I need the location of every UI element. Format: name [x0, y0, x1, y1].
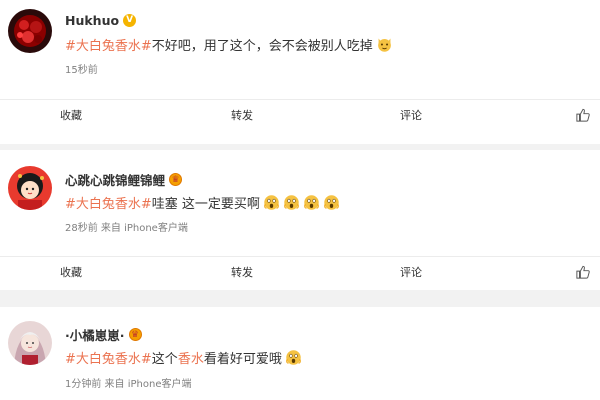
- avatar[interactable]: [8, 9, 52, 53]
- action-bar: 收藏 转发 评论: [0, 256, 600, 286]
- scream-emoji-icon: [286, 350, 301, 365]
- username-text[interactable]: 心跳心跳锦鲤锦鲤: [65, 170, 165, 189]
- hashtag-link[interactable]: #大白兔香水#: [65, 348, 152, 367]
- scream-emoji-icon: [324, 195, 339, 210]
- scream-emoji-icon: [304, 195, 319, 210]
- hashtag-link[interactable]: #大白兔香水#: [65, 35, 152, 54]
- scream-emoji-icon: [264, 195, 279, 210]
- post-timestamp: 15秒前: [65, 65, 98, 76]
- post-timestamp: 28秒前 来自 iPhone客户端: [65, 223, 188, 234]
- username[interactable]: 心跳心跳锦鲤锦鲤 ♛: [65, 170, 183, 189]
- username-text[interactable]: ·小橘崽崽·: [65, 325, 125, 344]
- crown-badge-icon: ♛: [169, 173, 183, 186]
- perfume-link[interactable]: 香水: [178, 348, 204, 367]
- comment-button[interactable]: 评论: [400, 107, 422, 123]
- post-text-after: 看着好可爱哦: [203, 352, 282, 367]
- username[interactable]: Hukhuo V: [65, 13, 137, 28]
- avatar[interactable]: [8, 321, 52, 365]
- favorite-button[interactable]: 收藏: [60, 107, 82, 123]
- scream-emoji-icon: [284, 195, 299, 210]
- comment-button[interactable]: 评论: [400, 264, 422, 280]
- favorite-button[interactable]: 收藏: [60, 264, 82, 280]
- like-thumbs-up-icon[interactable]: [576, 265, 590, 279]
- repost-button[interactable]: 转发: [231, 107, 253, 123]
- hashtag-link[interactable]: #大白兔香水#: [65, 193, 152, 212]
- post-text: 哇塞 这一定要买啊: [151, 197, 260, 212]
- post-text-before: 这个: [151, 352, 178, 367]
- post-content: #大白兔香水# 不好吧，用了这个，会不会被别人吃掉: [65, 35, 393, 54]
- crown-badge-icon: ♛: [128, 328, 142, 341]
- post-content: #大白兔香水# 哇塞 这一定要买啊: [65, 193, 340, 212]
- repost-button[interactable]: 转发: [231, 264, 253, 280]
- verified-badge-icon: V: [123, 14, 137, 27]
- action-bar: 收藏 转发 评论: [0, 99, 600, 129]
- post-text: 不好吧，用了这个，会不会被别人吃掉: [151, 39, 373, 54]
- post-content: #大白兔香水# 这个 香水 看着好可爱哦: [65, 348, 302, 367]
- username-text[interactable]: Hukhuo: [65, 13, 119, 28]
- cat-face-emoji-icon: [377, 38, 391, 52]
- post-timestamp: 1分钟前 来自 iPhone客户端: [65, 379, 192, 390]
- username[interactable]: ·小橘崽崽· ♛: [65, 325, 142, 344]
- like-thumbs-up-icon[interactable]: [576, 108, 590, 122]
- avatar[interactable]: [8, 166, 52, 210]
